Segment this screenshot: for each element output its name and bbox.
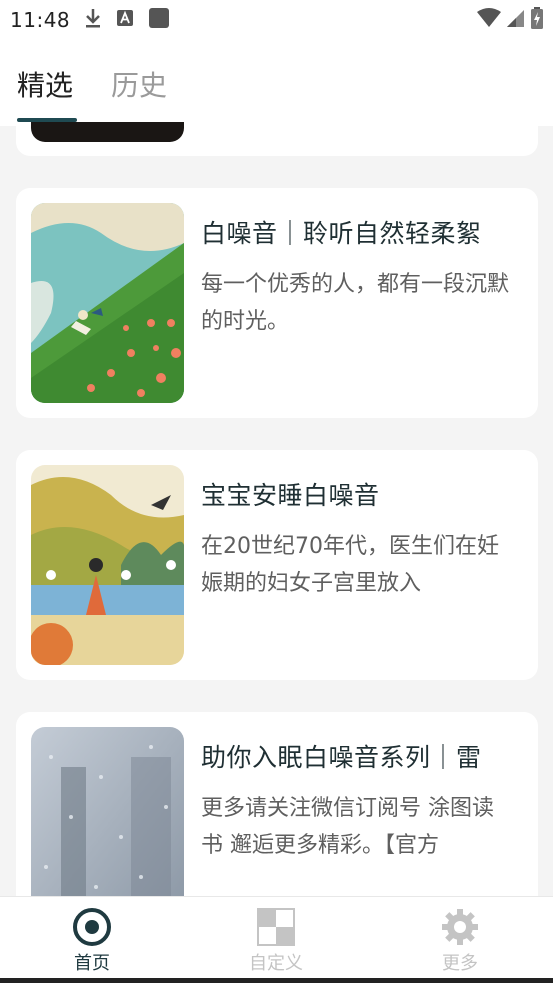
- system-home-bar: [0, 978, 553, 983]
- list-card[interactable]: 宝宝安睡白噪音 在20世纪70年代，医生们在妊娠期的妇女子宫里放入: [16, 450, 538, 680]
- card-title: 宝宝安睡白噪音: [201, 481, 380, 510]
- font-a-icon: [116, 9, 134, 31]
- top-tabs: 精选 历史: [0, 40, 553, 126]
- grid-icon: [256, 907, 296, 947]
- list-card-partial[interactable]: [16, 122, 538, 156]
- card-description: 在20世纪70年代，医生们在妊娠期的妇女子宫里放入: [201, 534, 499, 596]
- nav-custom[interactable]: 自定义: [216, 897, 336, 977]
- card-title: 助你入眠白噪音系列｜雷: [201, 743, 482, 772]
- app-square-icon: [148, 7, 170, 33]
- card-thumbnail-girl: [31, 465, 184, 665]
- list-card[interactable]: 白噪音｜聆听自然轻柔絮 每一个优秀的人，都有一段沉默的时光。: [16, 188, 538, 418]
- tab-history[interactable]: 历史: [111, 64, 167, 104]
- download-icon: [84, 8, 102, 32]
- nav-custom-label: 自定义: [249, 953, 303, 974]
- card-list[interactable]: 白噪音｜聆听自然轻柔絮 每一个优秀的人，都有一段沉默的时光。 宝宝安睡白噪音 在…: [0, 122, 553, 896]
- card-thumbnail-hill: [31, 203, 184, 403]
- card-description: 更多请关注微信订阅号 涂图读书 邂逅更多精彩。【官方: [201, 796, 494, 858]
- nav-more-label: 更多: [442, 953, 478, 974]
- nav-more[interactable]: 更多: [400, 897, 520, 977]
- battery-icon: [531, 7, 543, 33]
- signal-icon: [507, 8, 525, 32]
- list-card[interactable]: 助你入眠白噪音系列｜雷 更多请关注微信订阅号 涂图读书 邂逅更多精彩。【官方: [16, 712, 538, 896]
- bottom-navigation: 首页 自定义 更多: [0, 896, 553, 983]
- card-description: 每一个优秀的人，都有一段沉默的时光。: [201, 272, 510, 334]
- status-time: 11:48: [10, 8, 71, 32]
- target-icon: [72, 907, 112, 947]
- nav-home-label: 首页: [74, 953, 110, 974]
- gear-icon: [440, 907, 480, 947]
- tab-featured[interactable]: 精选: [17, 64, 73, 104]
- wifi-icon: [477, 8, 501, 32]
- card-thumbnail-partial: [31, 122, 184, 142]
- nav-home[interactable]: 首页: [32, 897, 152, 977]
- status-bar: 11:48: [0, 0, 553, 40]
- card-thumbnail-rain: [31, 727, 184, 896]
- card-title: 白噪音｜聆听自然轻柔絮: [201, 219, 482, 248]
